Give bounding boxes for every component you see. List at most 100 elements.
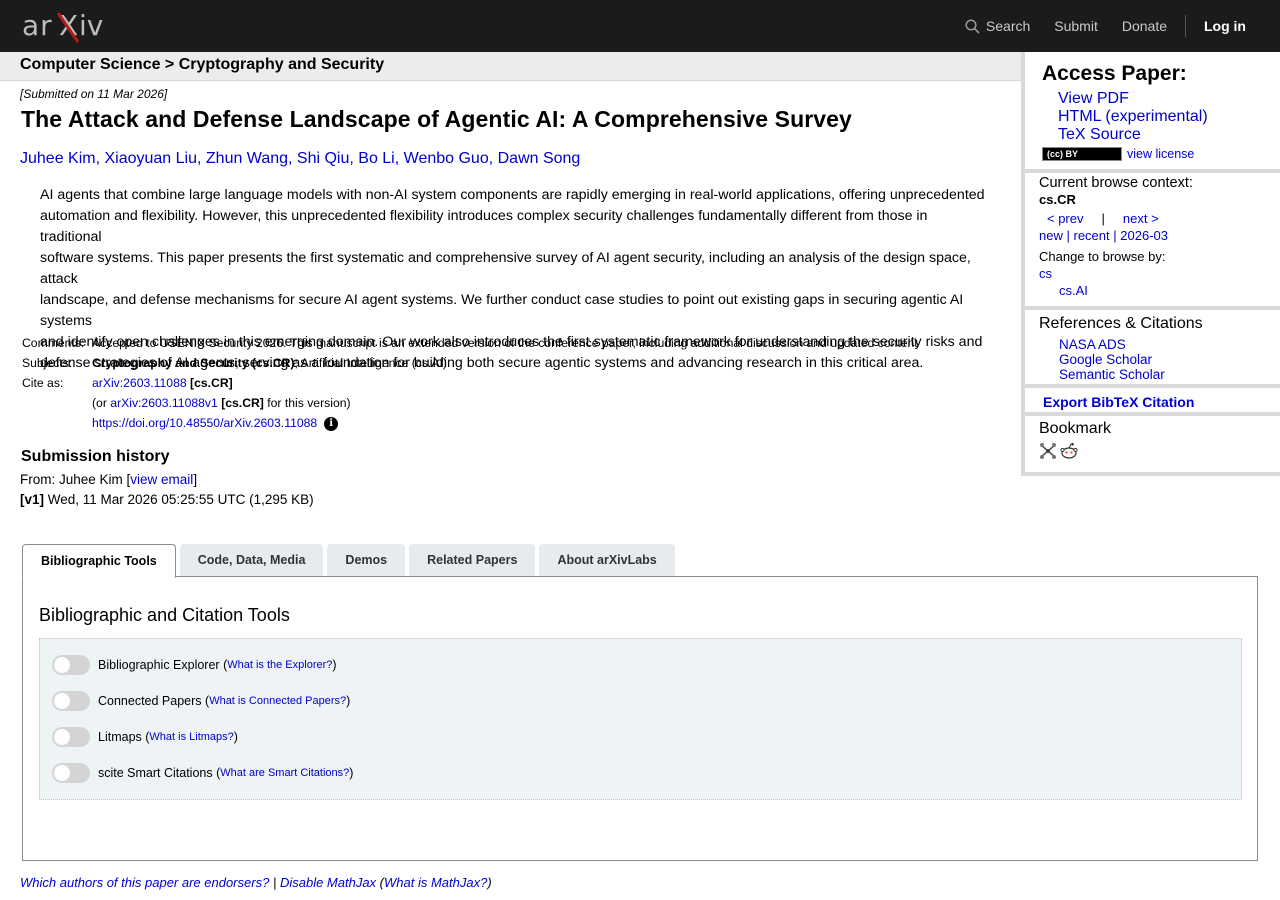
author-link[interactable]: Zhun Wang bbox=[206, 150, 288, 167]
version-tag: [v1] bbox=[20, 492, 45, 507]
arxiv-version-link[interactable]: arXiv:2603.11088v1 bbox=[110, 396, 218, 410]
tool-row-scite: scite Smart Citations (What are Smart Ci… bbox=[52, 763, 353, 783]
access-paper-box: Access Paper: View PDF HTML (experimenta… bbox=[1021, 52, 1280, 173]
tools-heading: Bibliographic and Citation Tools bbox=[39, 605, 290, 625]
tool-help-link[interactable]: What are Smart Citations? bbox=[220, 767, 349, 779]
bookmark-heading: Bookmark bbox=[1039, 420, 1112, 437]
tool-label: scite Smart Citations bbox=[98, 766, 213, 780]
tab-demos[interactable]: Demos bbox=[327, 544, 406, 576]
from-close: ] bbox=[193, 472, 198, 487]
tab-code-data-media[interactable]: Code, Data, Media bbox=[179, 544, 324, 576]
search-icon bbox=[965, 18, 980, 34]
tab-panel: Bibliographic and Citation Tools Bibliog… bbox=[22, 576, 1258, 861]
comments-label: Comments: bbox=[22, 336, 85, 350]
export-box: Export BibTeX Citation bbox=[1021, 388, 1280, 416]
tool-help-link[interactable]: What is Litmaps? bbox=[149, 731, 233, 743]
browse-csai-link[interactable]: cs.AI bbox=[1059, 283, 1088, 298]
author-link[interactable]: Bo Li bbox=[358, 150, 394, 167]
from-text: From: Juhee Kim [ bbox=[20, 472, 131, 487]
author-link[interactable]: Xiaoyuan Liu bbox=[104, 150, 197, 167]
view-email-link[interactable]: view email bbox=[130, 472, 193, 487]
disable-mathjax-link[interactable]: Disable MathJax bbox=[280, 875, 376, 890]
cc-license-icon[interactable]: (cc) BY bbox=[1042, 147, 1122, 161]
tool-row-explorer: Bibliographic Explorer (What is the Expl… bbox=[52, 655, 337, 675]
donate-link[interactable]: Donate bbox=[1122, 18, 1167, 34]
new-link[interactable]: new bbox=[1039, 228, 1063, 243]
arxiv-id-link[interactable]: arXiv:2603.11088 bbox=[92, 376, 187, 390]
top-bar: ar X iv Search Submit Donate Log in bbox=[0, 0, 1280, 52]
separator: | bbox=[1101, 211, 1105, 226]
what-mathjax-link[interactable]: What is MathJax? bbox=[384, 875, 487, 890]
view-license-link[interactable]: view license bbox=[1127, 147, 1194, 161]
litmaps-toggle[interactable] bbox=[52, 727, 90, 747]
submission-from: From: Juhee Kim [view email] bbox=[20, 472, 197, 487]
arxiv-logo[interactable]: ar X iv bbox=[22, 8, 114, 44]
empty-cell bbox=[22, 416, 92, 436]
tex-source-link[interactable]: TeX Source bbox=[1058, 126, 1280, 144]
tab-about-arxivlabs[interactable]: About arXivLabs bbox=[539, 544, 675, 576]
next-link[interactable]: next > bbox=[1123, 211, 1159, 226]
tool-help-link[interactable]: What is the Explorer? bbox=[227, 659, 332, 671]
separator: | bbox=[272, 875, 277, 890]
info-icon[interactable]: i bbox=[324, 417, 339, 431]
tool-help-link[interactable]: What is Connected Papers? bbox=[209, 695, 346, 707]
cite-or-prefix: (or bbox=[92, 396, 111, 410]
nasa-ads-link[interactable]: NASA ADS bbox=[1059, 337, 1280, 352]
author-link[interactable]: Shi Qiu bbox=[297, 150, 349, 167]
month-link[interactable]: 2026-03 bbox=[1120, 228, 1168, 243]
tab-related-papers[interactable]: Related Papers bbox=[409, 544, 536, 576]
references-box: References & Citations NASA ADS Google S… bbox=[1021, 310, 1280, 388]
submitted-date: [Submitted on 11 Mar 2026] bbox=[20, 87, 168, 101]
html-link[interactable]: HTML (experimental) bbox=[1058, 108, 1280, 126]
license-row: (cc) BY view license bbox=[1042, 147, 1280, 161]
tools-list: Bibliographic Explorer (What is the Expl… bbox=[39, 638, 1242, 800]
author-link[interactable]: Wenbo Guo bbox=[404, 150, 489, 167]
browse-context-box: Current browse context: cs.CR < prev | nex… bbox=[1021, 173, 1280, 310]
tool-label: Connected Papers bbox=[98, 694, 202, 708]
doi-link[interactable]: https://doi.org/10.48550/arXiv.2603.1108… bbox=[92, 416, 317, 430]
abstract-line: software systems. This paper presents th… bbox=[40, 250, 971, 287]
export-bibtex-link[interactable]: Export BibTeX Citation bbox=[1043, 394, 1194, 410]
author-list: Juhee Kim, Xiaoyuan Liu, Zhun Wang, Shi … bbox=[20, 150, 581, 167]
prev-link[interactable]: < prev bbox=[1047, 211, 1084, 226]
abstract-line: landscape, and defense mechanisms for se… bbox=[40, 292, 964, 329]
view-pdf-link[interactable]: View PDF bbox=[1058, 90, 1280, 108]
primary-subject: Cryptography and Security (cs.CR) bbox=[92, 356, 295, 370]
breadcrumb[interactable]: Computer Science > Cryptography and Secu… bbox=[0, 52, 1022, 81]
separator: | bbox=[1113, 228, 1117, 243]
submission-history-heading: Submission history bbox=[21, 448, 170, 465]
semantic-scholar-link[interactable]: Semantic Scholar bbox=[1059, 367, 1280, 382]
submit-link[interactable]: Submit bbox=[1054, 18, 1098, 34]
google-scholar-link[interactable]: Google Scholar bbox=[1059, 352, 1280, 367]
login-link[interactable]: Log in bbox=[1204, 18, 1246, 34]
svg-text:ar: ar bbox=[22, 9, 53, 42]
bibsonomy-icon[interactable] bbox=[1039, 442, 1057, 465]
bookmark-box: Bookmark bbox=[1021, 416, 1280, 476]
paper-title: The Attack and Defense Landscape of Agen… bbox=[21, 106, 852, 132]
abstract-line: automation and flexibility. However, thi… bbox=[40, 208, 928, 245]
secondary-subjects: ; Artificial Intelligence (cs.AI) bbox=[294, 356, 447, 370]
recent-link[interactable]: recent bbox=[1074, 228, 1110, 243]
browse-csai: cs.AI bbox=[1059, 283, 1280, 298]
access-paper-heading: Access Paper: bbox=[1042, 62, 1187, 85]
explorer-toggle[interactable] bbox=[52, 655, 90, 675]
tool-label: Litmaps bbox=[98, 730, 142, 744]
nav-divider bbox=[1185, 15, 1186, 37]
search-button[interactable]: Search bbox=[965, 18, 1030, 34]
connected-papers-toggle[interactable] bbox=[52, 691, 90, 711]
author-link[interactable]: Dawn Song bbox=[498, 150, 581, 167]
cite-category: [cs.CR] bbox=[190, 376, 233, 390]
empty-cell bbox=[22, 396, 92, 416]
reddit-icon[interactable] bbox=[1060, 442, 1078, 465]
separator: | bbox=[1066, 228, 1070, 243]
scite-toggle[interactable] bbox=[52, 763, 90, 783]
change-browse-label: Change to browse by: bbox=[1039, 249, 1166, 264]
cite-label: Cite as: bbox=[22, 376, 64, 390]
tab-bibliographic-tools[interactable]: Bibliographic Tools bbox=[22, 544, 176, 578]
tool-label: Bibliographic Explorer bbox=[98, 658, 220, 672]
comments-value: Accepted to USENIX Security 2026. This m… bbox=[92, 336, 918, 350]
browse-cs-link[interactable]: cs bbox=[1039, 266, 1052, 281]
endorsers-link[interactable]: Which authors of this paper are endorser… bbox=[20, 875, 269, 890]
author-link[interactable]: Juhee Kim bbox=[20, 150, 96, 167]
cite-version-category: [cs.CR] bbox=[221, 396, 264, 410]
